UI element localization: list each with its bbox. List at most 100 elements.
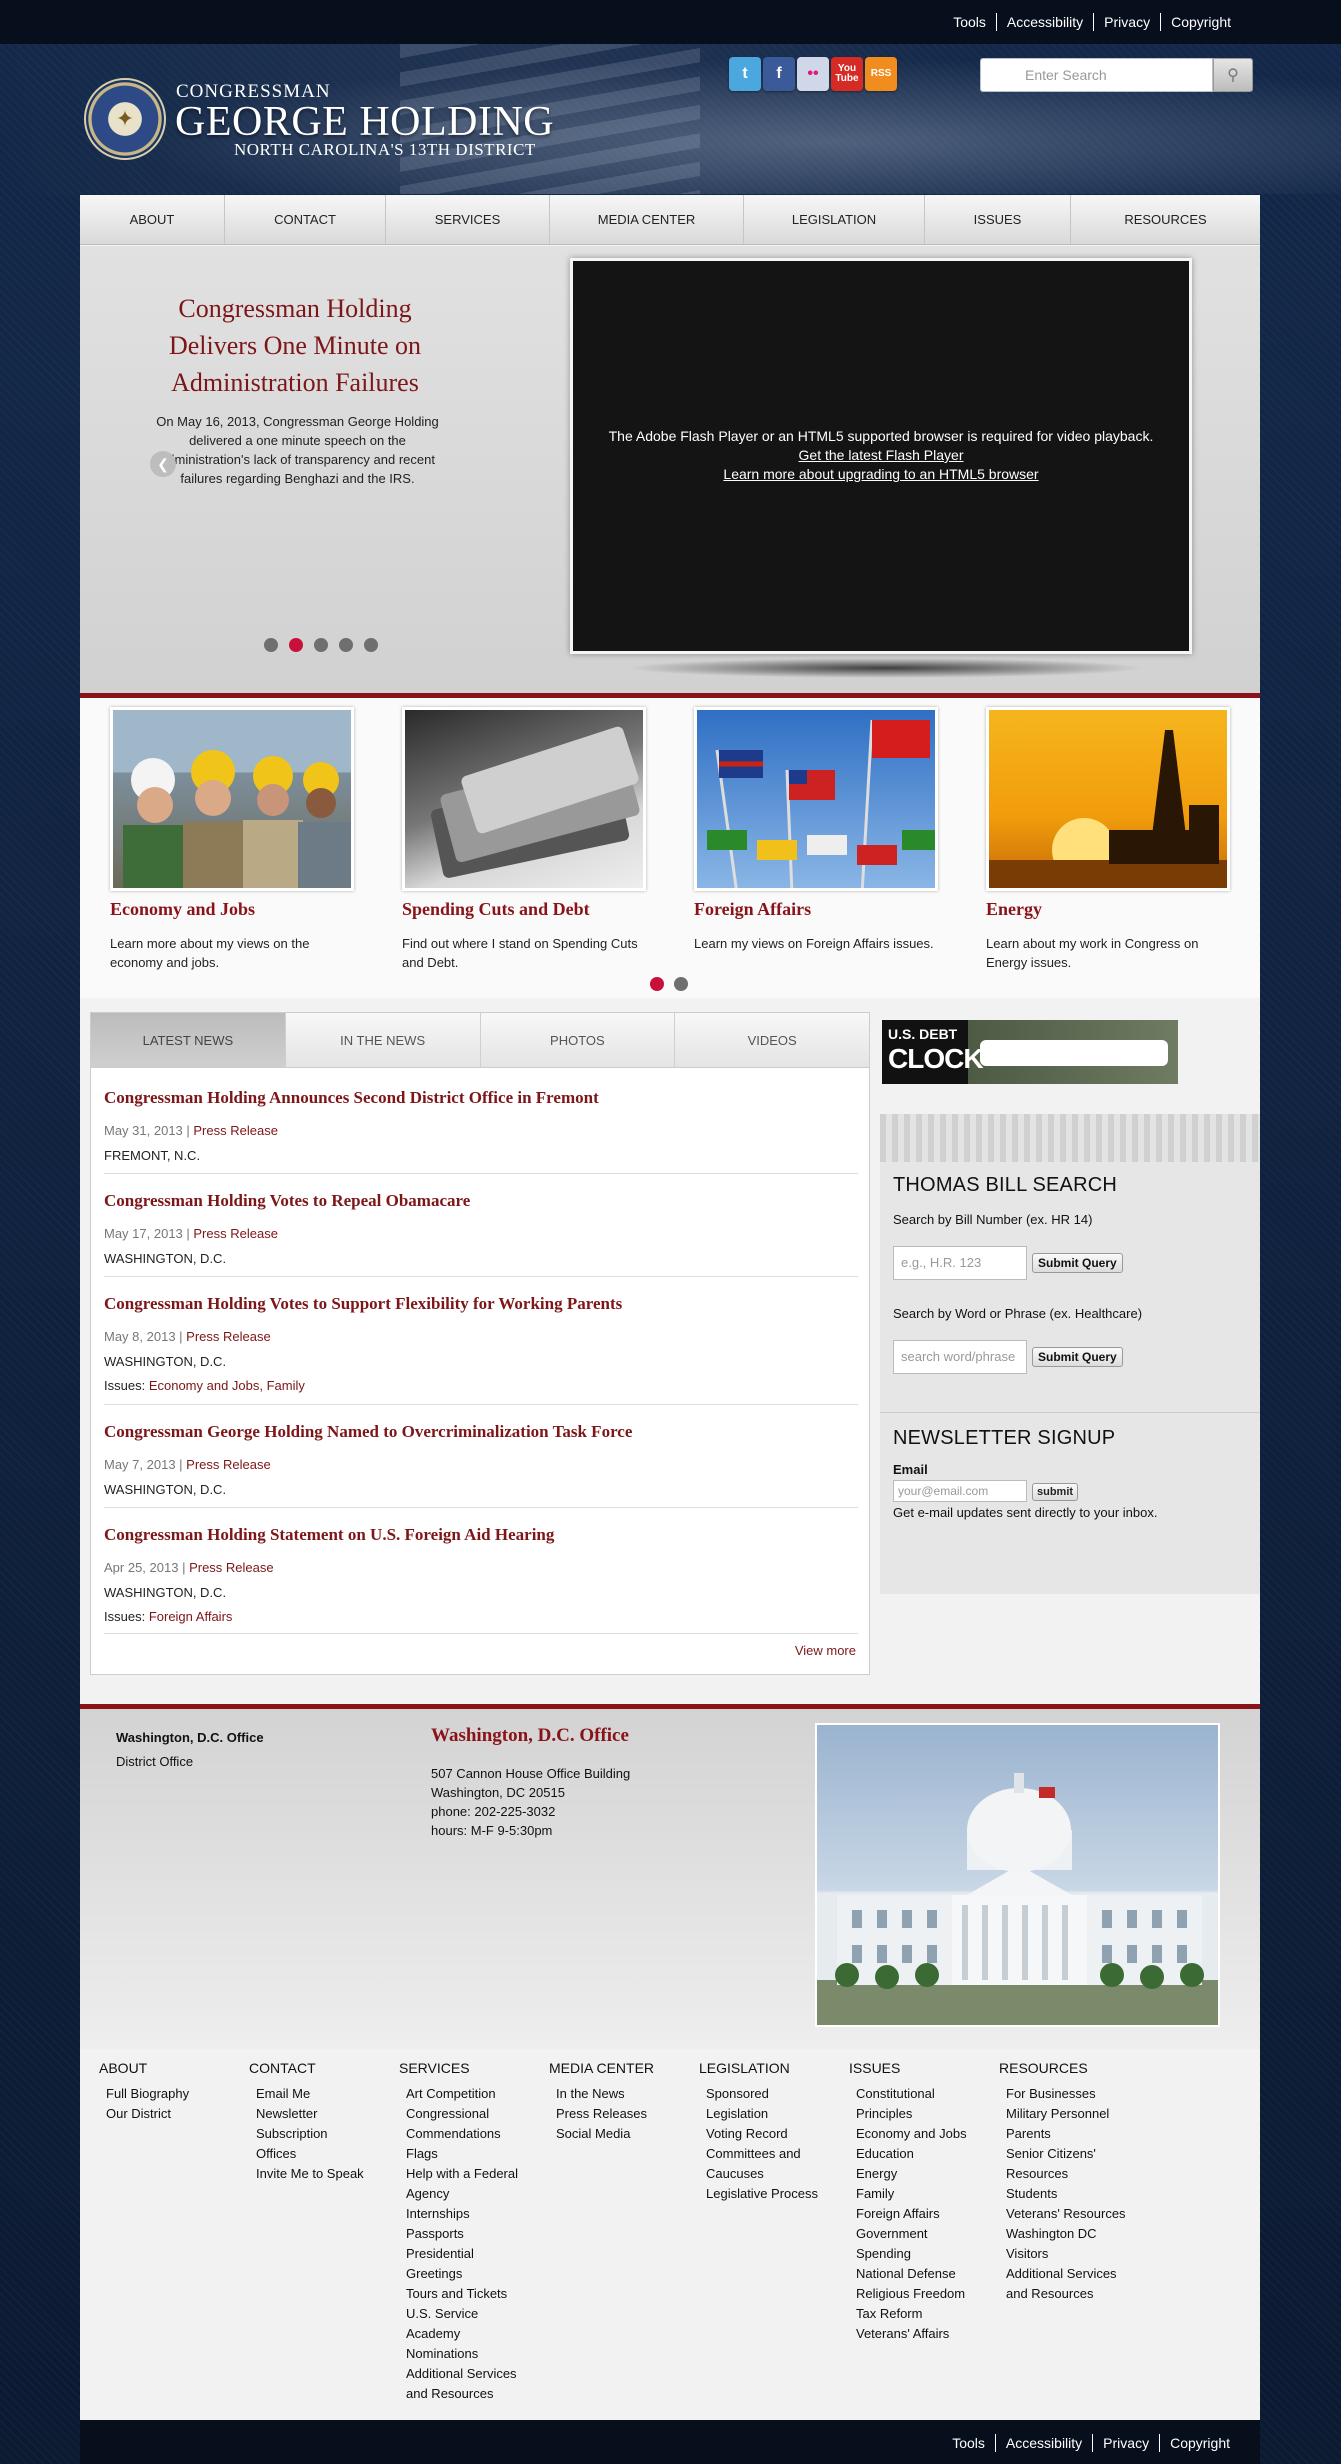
tab-in-the-news[interactable]: IN THE NEWS	[285, 1013, 481, 1068]
search-button[interactable]: ⚲	[1213, 58, 1253, 92]
sitemap-link[interactable]: Education	[856, 2144, 979, 2164]
issue-title[interactable]: Spending Cuts and Debt	[402, 899, 646, 920]
issue-title[interactable]: Energy	[986, 899, 1230, 920]
search-input[interactable]: Enter Search	[980, 58, 1213, 92]
nav-item-about[interactable]: ABOUT	[80, 195, 225, 244]
issue-title[interactable]: Foreign Affairs	[694, 899, 938, 920]
utility-link-copyright[interactable]: Copyright	[1160, 13, 1241, 31]
slide-dot-2[interactable]	[289, 638, 303, 652]
sitemap-link[interactable]: Newsletter Subscription	[256, 2104, 389, 2144]
sitemap-link[interactable]: Senior Citizens' Resources	[1006, 2144, 1139, 2184]
previous-slide-arrow[interactable]: ❮	[150, 451, 176, 477]
issue-card-energy[interactable]: Energy Learn about my work in Congress o…	[986, 707, 1230, 972]
sitemap-link[interactable]: Internships	[406, 2204, 529, 2224]
sitemap-link[interactable]: Invite Me to Speak	[256, 2164, 389, 2184]
sitemap-link[interactable]: Congressional Commendations	[406, 2104, 529, 2144]
sitemap-link[interactable]: Sponsored Legislation	[706, 2084, 829, 2124]
sitemap-link[interactable]: Tax Reform	[856, 2304, 979, 2324]
news-title[interactable]: Congressman Holding Announces Second Dis…	[104, 1088, 858, 1108]
news-category-link[interactable]: Press Release	[186, 1457, 271, 1472]
slide-dot-3[interactable]	[314, 638, 328, 652]
sitemap-link[interactable]: National Defense	[856, 2264, 979, 2284]
bill-number-input[interactable]: e.g., H.R. 123	[893, 1246, 1027, 1280]
news-title[interactable]: Congressman Holding Votes to Support Fle…	[104, 1294, 858, 1314]
html5-upgrade-link[interactable]: Learn more about upgrading to an HTML5 b…	[573, 465, 1189, 484]
video-player[interactable]: The Adobe Flash Player or an HTML5 suppo…	[570, 258, 1192, 654]
sitemap-link[interactable]: Committees and Caucuses	[706, 2144, 829, 2184]
twitter-icon[interactable]: t	[729, 57, 761, 91]
tab-videos[interactable]: VIDEOS	[675, 1013, 869, 1068]
word-phrase-input[interactable]: search word/phrase	[893, 1340, 1027, 1374]
sitemap-link[interactable]: Help with a Federal Agency	[406, 2164, 529, 2204]
sitemap-heading[interactable]: ISSUES	[849, 2060, 979, 2076]
sitemap-heading[interactable]: MEDIA CENTER	[549, 2060, 689, 2076]
issue-image-workers[interactable]	[110, 707, 354, 891]
sitemap-link[interactable]: Military Personnel Parents	[1006, 2104, 1139, 2144]
issues-page-dot-1[interactable]	[650, 977, 664, 991]
sitemap-link[interactable]: Additional Services and Resources	[406, 2364, 529, 2404]
news-category-link[interactable]: Press Release	[186, 1329, 271, 1344]
sitemap-link[interactable]: Presidential Greetings	[406, 2244, 529, 2284]
footer-link-tools[interactable]: Tools	[942, 2434, 995, 2452]
sitemap-link[interactable]: In the News	[556, 2084, 689, 2104]
news-title[interactable]: Congressman George Holding Named to Over…	[104, 1422, 858, 1442]
issue-card-spending[interactable]: Spending Cuts and Debt Find out where I …	[402, 707, 646, 972]
sitemap-link[interactable]: Energy	[856, 2164, 979, 2184]
hero-title[interactable]: Congressman Holding Delivers One Minute …	[150, 290, 440, 401]
news-issue-links[interactable]: Economy and Jobs, Family	[149, 1378, 305, 1393]
sitemap-link[interactable]: Veterans' Resources	[1006, 2204, 1139, 2224]
youtube-icon[interactable]: You Tube	[831, 57, 863, 91]
sitemap-link[interactable]: Veterans' Affairs	[856, 2324, 979, 2344]
issue-card-economy[interactable]: Economy and Jobs Learn more about my vie…	[110, 707, 354, 972]
sitemap-link[interactable]: For Businesses	[1006, 2084, 1139, 2104]
sitemap-link[interactable]: Additional Services and Resources	[1006, 2264, 1139, 2304]
email-field[interactable]: your@email.com	[893, 1480, 1027, 1502]
news-category-link[interactable]: Press Release	[193, 1226, 278, 1241]
sitemap-link[interactable]: Economy and Jobs	[856, 2124, 979, 2144]
bill-submit-button[interactable]: Submit Query	[1032, 1253, 1123, 1273]
sitemap-link[interactable]: Tours and Tickets	[406, 2284, 529, 2304]
sitemap-link[interactable]: Legislative Process	[706, 2184, 829, 2204]
flickr-icon[interactable]: ••	[797, 57, 829, 91]
view-more-link[interactable]: View more	[795, 1643, 856, 1658]
issue-image-credit-cards[interactable]	[402, 707, 646, 891]
sitemap-link[interactable]: Religious Freedom	[856, 2284, 979, 2304]
slide-dot-5[interactable]	[364, 638, 378, 652]
utility-link-tools[interactable]: Tools	[943, 13, 996, 31]
sitemap-heading[interactable]: RESOURCES	[999, 2060, 1139, 2076]
sitemap-link[interactable]: Passports	[406, 2224, 529, 2244]
issue-card-foreign-affairs[interactable]: Foreign Affairs Learn my views on Foreig…	[694, 707, 938, 953]
sitemap-link[interactable]: Flags	[406, 2144, 529, 2164]
tab-photos[interactable]: PHOTOS	[480, 1013, 676, 1068]
sitemap-link[interactable]: Family	[856, 2184, 979, 2204]
nav-item-contact[interactable]: CONTACT	[225, 195, 386, 244]
sitemap-link[interactable]: Students	[1006, 2184, 1139, 2204]
news-title[interactable]: Congressman Holding Statement on U.S. Fo…	[104, 1525, 858, 1545]
flash-player-link[interactable]: Get the latest Flash Player	[573, 446, 1189, 465]
nav-item-resources[interactable]: RESOURCES	[1071, 195, 1260, 244]
nav-item-legislation[interactable]: LEGISLATION	[744, 195, 925, 244]
newsletter-submit-button[interactable]: submit	[1032, 1483, 1079, 1501]
sitemap-link[interactable]: Offices	[256, 2144, 389, 2164]
sitemap-link[interactable]: Social Media	[556, 2124, 689, 2144]
facebook-icon[interactable]: f	[763, 57, 795, 91]
nav-item-issues[interactable]: ISSUES	[925, 195, 1071, 244]
word-submit-button[interactable]: Submit Query	[1032, 1347, 1123, 1367]
sitemap-link[interactable]: Our District	[106, 2104, 239, 2124]
sitemap-heading[interactable]: ABOUT	[99, 2060, 239, 2076]
issues-page-dot-2[interactable]	[674, 977, 688, 991]
sitemap-link[interactable]: Washington DC Visitors	[1006, 2224, 1139, 2264]
slide-dot-4[interactable]	[339, 638, 353, 652]
footer-link-copyright[interactable]: Copyright	[1159, 2434, 1240, 2452]
nav-item-media-center[interactable]: MEDIA CENTER	[550, 195, 744, 244]
news-issue-links[interactable]: Foreign Affairs	[149, 1609, 233, 1624]
slide-dot-1[interactable]	[264, 638, 278, 652]
rss-icon[interactable]: RSS	[865, 57, 897, 91]
office-tab-washington[interactable]: Washington, D.C. Office	[116, 1730, 264, 1745]
tab-latest-news[interactable]: LATEST NEWS	[91, 1013, 286, 1068]
issue-title[interactable]: Economy and Jobs	[110, 899, 354, 920]
sitemap-heading[interactable]: SERVICES	[399, 2060, 529, 2076]
footer-link-privacy[interactable]: Privacy	[1092, 2434, 1159, 2452]
issue-image-oil-rig[interactable]	[986, 707, 1230, 891]
utility-link-accessibility[interactable]: Accessibility	[995, 13, 1093, 31]
